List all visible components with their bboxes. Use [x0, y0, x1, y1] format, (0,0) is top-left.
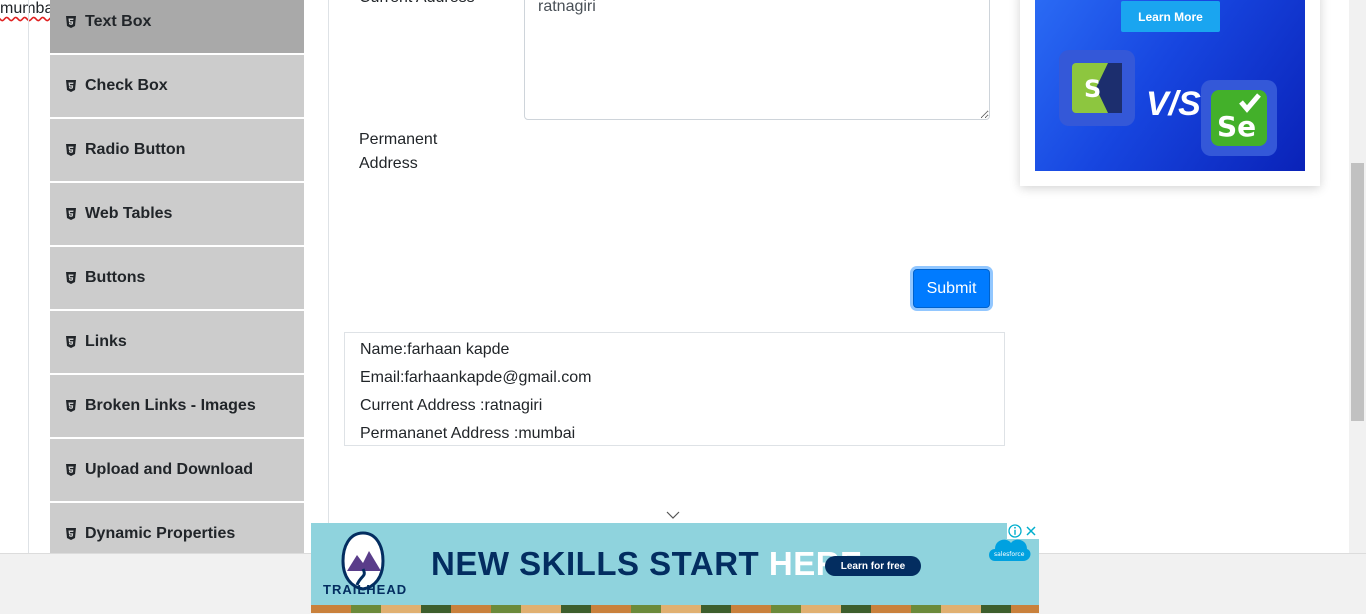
html5-icon	[66, 464, 76, 476]
sidebar-item-upload-download[interactable]: Upload and Download	[50, 439, 304, 501]
sidebar-item-label: Broken Links - Images	[85, 397, 256, 414]
sidebar-item-web-tables[interactable]: Web Tables	[50, 183, 304, 245]
svg-text:S: S	[1084, 75, 1101, 103]
current-address-label: Current Address	[359, 0, 475, 10]
banner-ad[interactable]: TRAILHEAD NEW SKILLS START HERE. Learn f…	[311, 523, 1039, 613]
sidebar-item-label: Dynamic Properties	[85, 525, 236, 542]
sidebar-item-broken-links[interactable]: Broken Links - Images	[50, 375, 304, 437]
html5-icon	[66, 80, 76, 92]
scrollbar-thumb[interactable]	[1351, 163, 1364, 421]
output-current-address: Current Address :ratnagiri	[360, 397, 543, 414]
html5-icon	[66, 272, 76, 284]
sidebar-item-label: Check Box	[85, 77, 168, 94]
side-ad[interactable]: Learn More S V/S Se	[1020, 0, 1320, 186]
trailhead-brand: TRAILHEAD	[323, 582, 408, 597]
vs-text: V/S	[1146, 85, 1201, 123]
permanent-address-label: Permanent Address	[359, 128, 437, 176]
left-border	[28, 0, 29, 553]
sidebar-item-links[interactable]: Links	[50, 311, 304, 373]
headline-part1: NEW SKILLS START	[431, 545, 769, 582]
learn-for-free-button[interactable]: Learn for free	[825, 556, 921, 576]
current-address-input[interactable]	[524, 0, 990, 120]
sidebar-item-check-box[interactable]: Check Box	[50, 55, 304, 117]
submit-button[interactable]: Submit	[913, 269, 990, 308]
sidebar-item-label: Links	[85, 333, 127, 350]
sidebar-item-label: Text Box	[85, 13, 152, 30]
html5-icon	[66, 16, 76, 28]
html5-icon	[66, 528, 76, 540]
sidebar-item-label: Buttons	[85, 269, 146, 286]
banner-art-strip	[311, 605, 1039, 613]
sidebar-item-buttons[interactable]: Buttons	[50, 247, 304, 309]
svg-text:Se: Se	[1217, 110, 1256, 143]
salesforce-label: salesforce	[994, 551, 1025, 558]
output-panel: Name:farhaan kapde Email:farhaankapde@gm…	[344, 332, 1005, 446]
output-email: Email:farhaankapde@gmail.com	[360, 369, 592, 386]
sidebar-menu: Text Box Check Box Radio Button Web Tabl…	[50, 0, 304, 567]
permanent-address-label-line1: Permanent	[359, 131, 438, 148]
side-ad-image[interactable]: Learn More S V/S Se	[1035, 0, 1305, 171]
sidebar-item-label: Upload and Download	[85, 461, 253, 478]
chevron-down-icon[interactable]	[665, 510, 681, 520]
ad-close-icon[interactable]	[1023, 523, 1039, 539]
content-divider	[328, 0, 329, 553]
html5-icon	[66, 144, 76, 156]
selenium-logo-icon: Se	[1201, 80, 1277, 156]
permanent-address-label-line2: Address	[359, 155, 418, 172]
ad-info-icon[interactable]	[1007, 523, 1023, 539]
sidebar-item-radio-button[interactable]: Radio Button	[50, 119, 304, 181]
sidebar-item-label: Web Tables	[85, 205, 173, 222]
output-permanent-address: Permananet Address :mumbai	[360, 425, 576, 442]
html5-icon	[66, 400, 76, 412]
html5-icon	[66, 336, 76, 348]
html5-icon	[66, 208, 76, 220]
katalon-logo-icon: S	[1059, 50, 1135, 126]
banner-headline: NEW SKILLS START HERE.	[431, 545, 872, 583]
learn-more-button[interactable]: Learn More	[1121, 1, 1220, 32]
sidebar-item-text-box[interactable]: Text Box	[50, 0, 304, 53]
output-name: Name:farhaan kapde	[360, 341, 510, 358]
sidebar-item-label: Radio Button	[85, 141, 186, 158]
